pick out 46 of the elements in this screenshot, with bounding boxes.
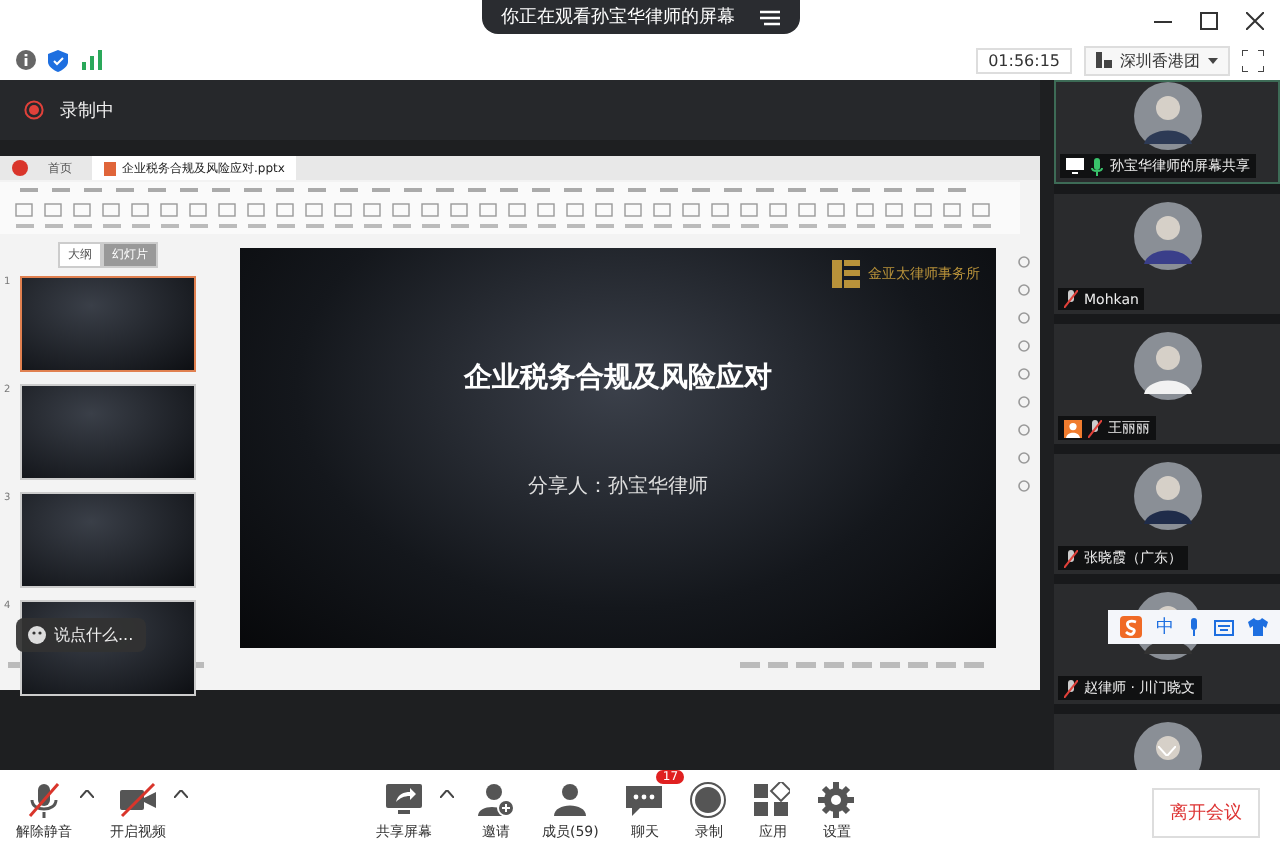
caret-icon [1208,57,1218,63]
app-logo-icon [12,160,28,176]
menu-icon[interactable] [759,9,779,25]
recording-icon [24,100,44,120]
avatar [1133,82,1201,150]
emoji-icon [28,626,46,644]
camera-off-icon [120,782,156,818]
avatar [1133,332,1201,400]
slide-thumbnail[interactable] [20,384,196,480]
apps-icon [754,782,791,818]
settings-icon [818,782,855,818]
caret-up-icon[interactable] [440,790,454,798]
avatar [1133,202,1201,270]
chat-input[interactable]: 说点什么... [16,618,146,652]
avatar [1133,462,1201,530]
shirt-icon[interactable] [1248,618,1268,636]
shield-icon[interactable] [48,49,68,71]
microphone-muted-icon [26,782,62,818]
layout-dropdown[interactable]: 深圳香港团 [1084,45,1230,75]
leave-meeting-button[interactable]: 离开会议 [1152,787,1260,837]
close-icon[interactable] [1246,12,1264,30]
slide-thumbnail[interactable] [20,276,196,372]
slide-thumbnail[interactable] [20,492,196,588]
mic-icon[interactable] [1188,618,1200,636]
keyboard-icon[interactable] [1214,619,1234,635]
screen-share-icon [386,782,422,818]
slide-presenter: 分享人：孙宝华律师 [528,473,708,500]
chat-icon [626,782,663,818]
meeting-title: 你正在观看孙宝华律师的屏幕 [501,5,735,30]
firm-logo-icon [832,260,860,288]
caret-up-icon[interactable] [80,790,94,798]
caret-up-icon[interactable] [174,790,188,798]
recording-label: 录制中 [60,99,114,123]
layout-icon [1096,52,1112,68]
document-icon [104,161,116,175]
meeting-timer: 01:56:15 [976,47,1072,73]
input-method-logo-icon [1120,616,1142,638]
add-person-icon [478,782,514,818]
maximize-icon[interactable] [1200,12,1218,30]
signal-icon [80,50,104,70]
input-mode[interactable]: 中 [1156,614,1174,640]
people-icon [552,782,589,818]
slide-title: 企业税务合规及风险应对 [464,360,772,396]
record-icon [690,782,727,818]
info-icon[interactable] [16,50,36,70]
fullscreen-icon[interactable] [1242,49,1264,71]
